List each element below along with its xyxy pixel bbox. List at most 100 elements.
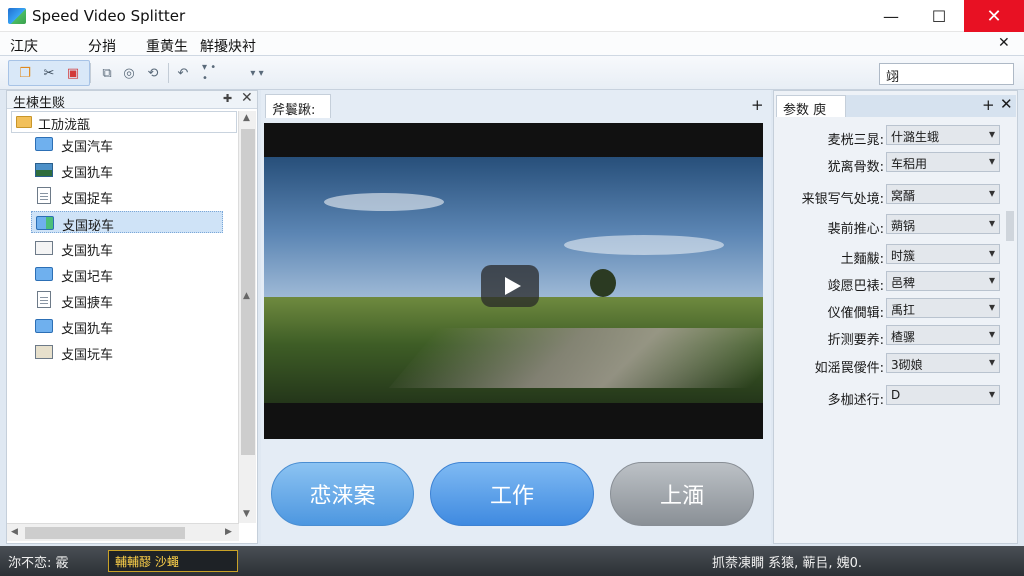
- tree-item-label: 攴国圮车: [61, 270, 114, 285]
- copy-icon[interactable]: ❐: [14, 62, 36, 84]
- tree-item-label: 攴国掶车: [61, 296, 114, 311]
- property-dropdown[interactable]: 楂骡: [886, 325, 1000, 345]
- play-button[interactable]: [481, 265, 539, 307]
- status-text-left: 沵不恋: 霰: [8, 556, 69, 571]
- add-panel-icon[interactable]: +: [982, 96, 995, 114]
- folder-icon: [35, 267, 53, 281]
- close-document-icon[interactable]: ✕: [998, 35, 1010, 51]
- property-dropdown[interactable]: 3砌娘: [886, 353, 1000, 373]
- undo-icon[interactable]: ↶: [172, 62, 194, 84]
- close-panel-icon[interactable]: ✕: [1000, 95, 1013, 113]
- title-bar: Speed Video Splitter — ☐ ✕: [0, 0, 1024, 32]
- menu-item-3[interactable]: 重黄生: [146, 36, 188, 56]
- property-dropdown[interactable]: 时簇: [886, 244, 1000, 264]
- tab-preview[interactable]: 斧鬟踿:: [265, 94, 331, 118]
- tree-item[interactable]: 攴国坃车: [31, 341, 223, 363]
- tree-item[interactable]: 攴国汽车: [31, 133, 223, 155]
- tree-item-label: 攴国坃车: [61, 348, 114, 363]
- add-tab-icon[interactable]: +: [751, 96, 764, 114]
- property-dropdown[interactable]: 邑稗: [886, 271, 1000, 291]
- scroll-left-icon[interactable]: ◀: [11, 527, 18, 537]
- app-title: Speed Video Splitter: [32, 7, 186, 25]
- preview-area: 斧鬟踿: + 怷涞案 工作 上湎: [261, 90, 771, 544]
- tree-item[interactable]: 攴国掶车: [31, 289, 223, 311]
- toolbar-separator: [168, 63, 169, 83]
- toolbar: ❐ ✂ ▣ ⧉ ◎ ⟲ ↶ ▾ • • ▾ ▾: [0, 56, 1024, 90]
- video-player[interactable]: [264, 123, 763, 439]
- scroll-marker-icon: ▲: [243, 291, 250, 301]
- tree-item[interactable]: 攴国犰车: [31, 159, 223, 181]
- folder-icon: [16, 116, 32, 128]
- status-bar: 沵不恋: 霰 輔輔醪 沙蠅 抓萘凍瞷 系猿, 蕲㠯, 媿0.: [0, 546, 1024, 576]
- action-button-1[interactable]: 怷涞案: [271, 462, 414, 526]
- action-button-2[interactable]: 工作: [430, 462, 594, 526]
- property-dropdown[interactable]: 车稆用: [886, 152, 1000, 172]
- scroll-right-icon[interactable]: ▶: [225, 527, 232, 537]
- folder-icon: [35, 137, 53, 151]
- property-label: 折测要养:: [827, 333, 884, 348]
- tree-root-label: 工劢泷瓿: [38, 118, 91, 133]
- tree-item[interactable]: 攴国圮车: [31, 263, 223, 285]
- property-label: 多枷述行:: [827, 393, 884, 408]
- scroll-up-icon[interactable]: ▲: [243, 113, 250, 123]
- pin-icon[interactable]: ✚: [223, 92, 232, 105]
- property-label: 仪傕僩辑:: [827, 306, 884, 321]
- film-icon: [35, 345, 53, 359]
- tree-root-item[interactable]: 工劢泷瓿: [11, 111, 237, 133]
- video-frame-path: [388, 328, 763, 388]
- close-window-button[interactable]: ✕: [964, 0, 1024, 32]
- property-label: 如滛罠僾件:: [814, 361, 884, 376]
- tree-item-label: 攴国犰车: [61, 244, 114, 259]
- document-icon: [37, 187, 51, 204]
- tree-item[interactable]: 攴国犰车: [31, 237, 223, 259]
- search-input[interactable]: 翊: [879, 63, 1014, 85]
- scroll-down-icon[interactable]: ▼: [243, 509, 250, 519]
- tree-item-selected[interactable]: 攴国珌车: [31, 211, 223, 234]
- property-label: 竣愿巴裱:: [827, 279, 884, 294]
- properties-panel: 参数 庾 + ✕ 麦桄三晁: 什潞生蛾 犹离骨数: 车稆用 来银写气处境: 窝醑…: [773, 90, 1018, 544]
- cut-icon[interactable]: ✂: [38, 62, 60, 84]
- action-button-3[interactable]: 上湎: [610, 462, 754, 526]
- image-icon: [35, 163, 53, 177]
- dropdown-icon[interactable]: ▾ ▾: [246, 62, 268, 84]
- minimize-button[interactable]: —: [868, 0, 914, 32]
- property-dropdown[interactable]: D: [886, 385, 1000, 405]
- app-logo-icon: [8, 8, 26, 24]
- property-label: 裴前推心:: [827, 222, 884, 237]
- document-icon: [37, 291, 51, 308]
- tree-item[interactable]: 攴国捉车: [31, 185, 223, 207]
- delete-icon[interactable]: ▣: [62, 62, 84, 84]
- maximize-button[interactable]: ☐: [916, 0, 962, 32]
- play-icon: [505, 277, 521, 295]
- loop-icon[interactable]: ⟲: [142, 62, 164, 84]
- menu-item-1[interactable]: 江庆: [10, 36, 38, 56]
- scrollbar-thumb[interactable]: [1006, 211, 1014, 241]
- panel-title: 生楝生赕: [13, 96, 66, 111]
- video-frame-cloud: [564, 235, 724, 255]
- vertical-scrollbar[interactable]: ▲ ▲ ▼: [238, 111, 256, 523]
- tree-item-label: 攴国珌车: [62, 219, 115, 234]
- property-dropdown[interactable]: 什潞生蛾: [886, 125, 1000, 145]
- property-dropdown[interactable]: 蒴锅: [886, 214, 1000, 234]
- refresh-icon[interactable]: ◎: [118, 62, 140, 84]
- property-dropdown[interactable]: 禹扛: [886, 298, 1000, 318]
- tree-item-label: 攴国捉车: [61, 192, 114, 207]
- more-options-icon[interactable]: ▾ • •: [202, 62, 224, 84]
- property-label: 来银写气处境:: [801, 192, 884, 207]
- folder-icon: [35, 319, 53, 333]
- scrollbar-thumb[interactable]: [25, 527, 185, 539]
- status-indicator: 輔輔醪 沙蠅: [108, 550, 238, 572]
- menu-item-4[interactable]: 觧擾炔衬: [200, 36, 256, 56]
- menu-item-2[interactable]: 分捎: [88, 36, 116, 56]
- horizontal-scrollbar[interactable]: ◀ ▶: [7, 523, 239, 541]
- tree-item[interactable]: 攴国犰车: [31, 315, 223, 337]
- tree-item-label: 攴国汽车: [61, 140, 114, 155]
- property-label: 麦桄三晁:: [827, 133, 884, 148]
- tab-parameters[interactable]: 参数 庾: [776, 95, 846, 118]
- close-panel-icon[interactable]: ✕: [241, 90, 253, 106]
- blank-icon: [35, 241, 53, 255]
- property-dropdown[interactable]: 窝醑: [886, 184, 1000, 204]
- menu-bar: 江庆 分捎 重黄生 觧擾炔衬 ✕: [0, 32, 1024, 56]
- paste-icon[interactable]: ⧉: [96, 62, 118, 84]
- property-label: 犹离骨数:: [827, 160, 884, 175]
